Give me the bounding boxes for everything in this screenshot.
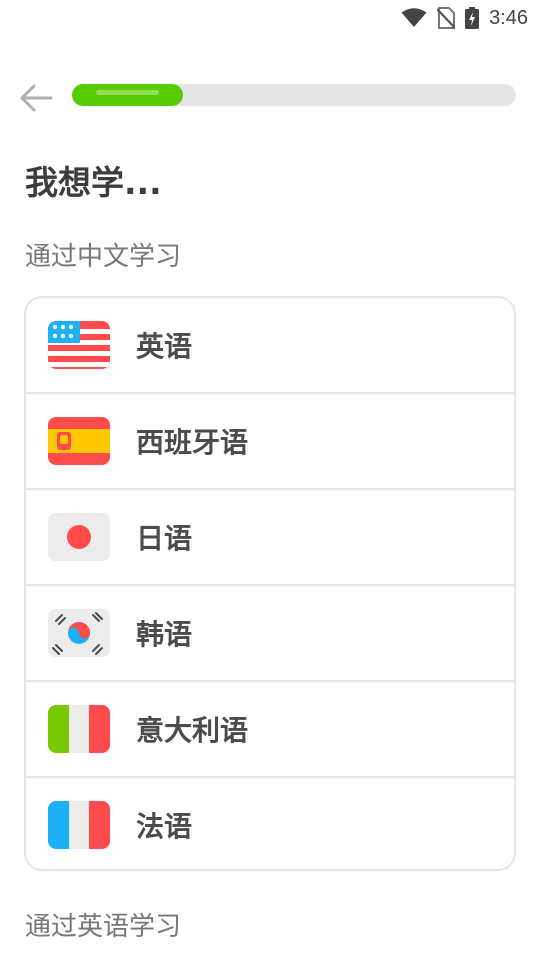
language-item-spanish[interactable]: 西班牙语	[26, 394, 514, 490]
top-bar	[0, 78, 540, 118]
battery-charging-icon	[465, 7, 480, 29]
arrow-left-icon	[20, 84, 53, 112]
wifi-icon	[401, 8, 427, 27]
status-bar: 3:46	[0, 0, 540, 36]
language-label: 法语	[136, 809, 193, 843]
no-sim-icon	[437, 7, 456, 29]
us-flag-icon	[48, 321, 110, 369]
language-label: 英语	[136, 330, 193, 363]
status-time: 3:46	[489, 6, 528, 29]
language-label: 日语	[136, 522, 193, 555]
page-title: 我想学...	[25, 163, 162, 202]
language-label: 韩语	[136, 618, 193, 651]
language-item-french[interactable]: 法语	[26, 778, 514, 869]
language-list: 英语 西班牙语 日语 韩语 意大利语 法语	[24, 296, 516, 871]
language-item-english[interactable]: 英语	[26, 298, 514, 394]
france-flag-icon	[48, 800, 110, 849]
language-item-korean[interactable]: 韩语	[26, 586, 514, 682]
language-item-japanese[interactable]: 日语	[26, 490, 514, 586]
back-button[interactable]	[16, 78, 56, 118]
japan-flag-icon	[48, 513, 110, 561]
progress-bar	[72, 84, 516, 106]
spain-flag-icon	[48, 417, 110, 465]
section-header-chinese: 通过中文学习	[25, 242, 182, 272]
language-label: 西班牙语	[136, 426, 249, 459]
progress-fill	[72, 84, 183, 106]
italy-flag-icon	[48, 705, 110, 753]
progress-highlight	[96, 90, 159, 95]
status-icons: 3:46	[401, 6, 528, 30]
section-header-english: 通过英语学习	[25, 912, 182, 942]
korea-flag-icon	[48, 609, 110, 657]
language-label: 意大利语	[136, 714, 249, 747]
language-item-italian[interactable]: 意大利语	[26, 682, 514, 778]
